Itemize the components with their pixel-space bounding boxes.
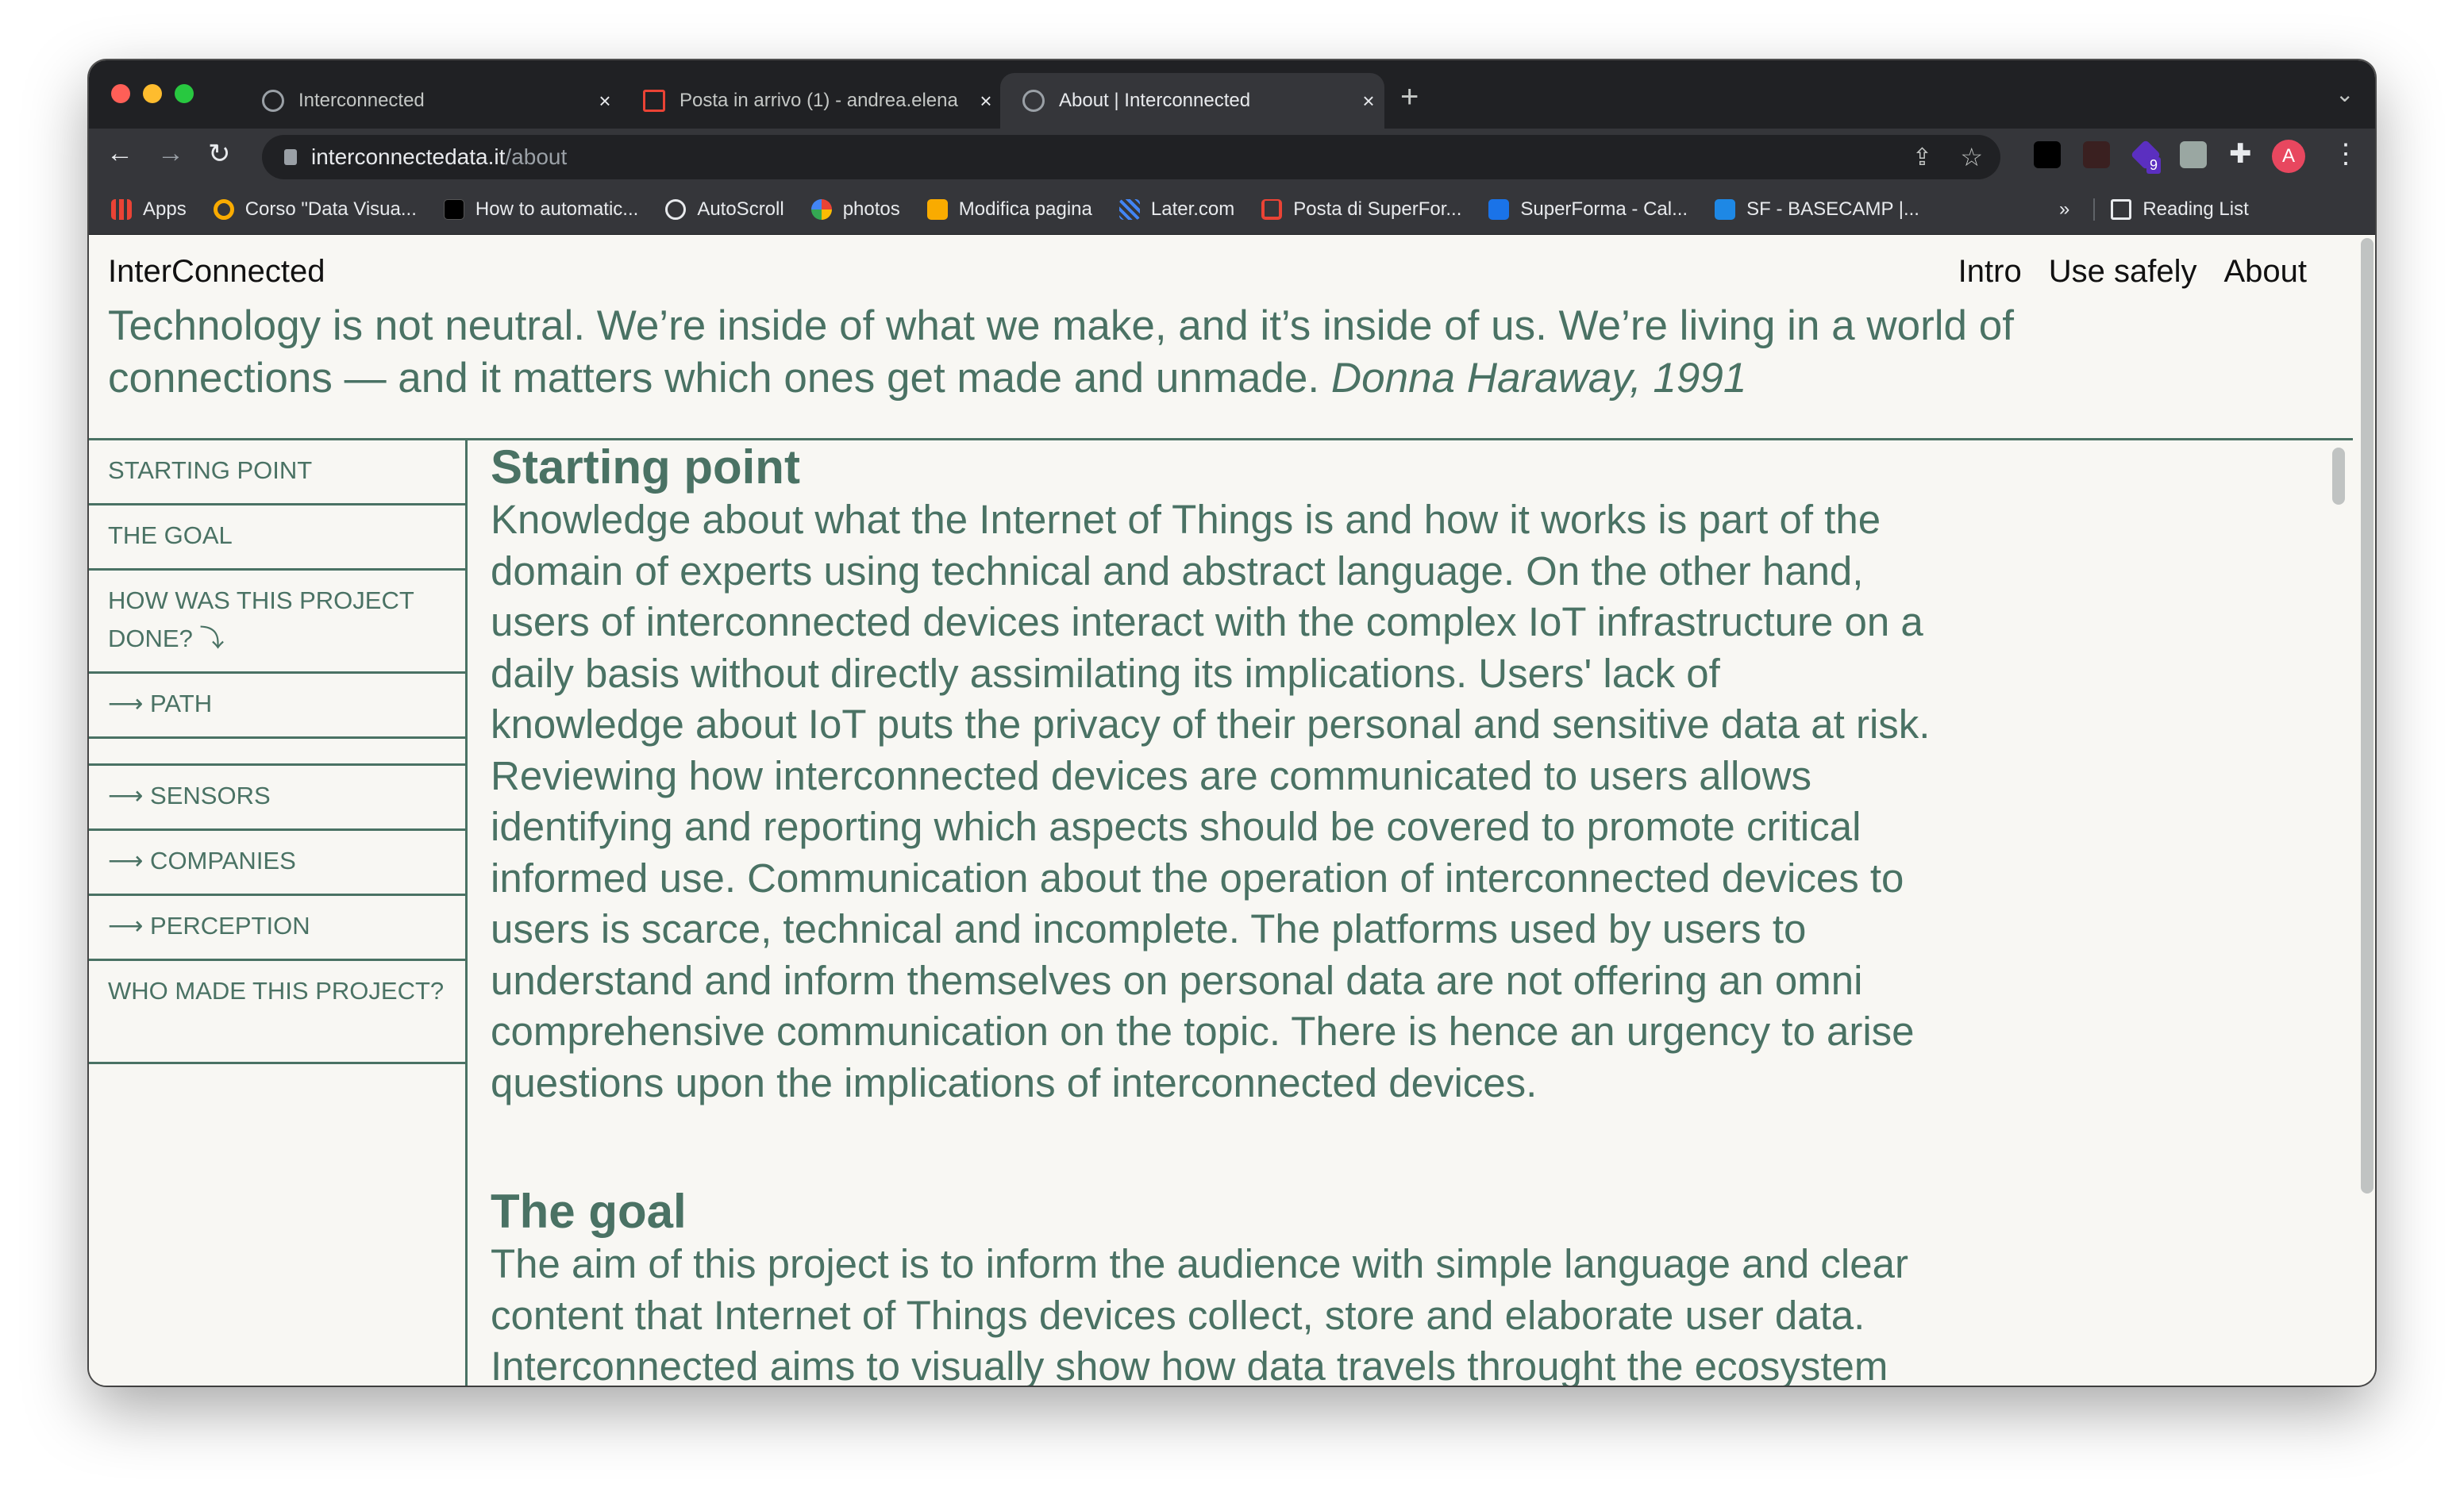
reading-list-button[interactable]: Reading List bbox=[2093, 198, 2249, 221]
bookmark[interactable]: Corso "Data Visua... bbox=[213, 198, 417, 221]
body-text-line: knowledge about IoT puts the privacy of … bbox=[491, 702, 1931, 747]
sidebar-item-who-made-this-project[interactable]: Who made this project? bbox=[89, 961, 465, 1064]
tab-bar: Interconnected × Posta in arrivo (1) - a… bbox=[89, 60, 2375, 129]
content-scrollbar[interactable] bbox=[2332, 448, 2345, 505]
reload-button[interactable]: ↻ bbox=[208, 138, 231, 170]
extensions-puzzle-icon[interactable]: ✚ bbox=[2229, 138, 2252, 170]
body-text-line: understand and inform themselves on pers… bbox=[491, 957, 1863, 1003]
lock-icon bbox=[284, 149, 297, 165]
sidebar-item-the-goal[interactable]: The goal bbox=[89, 505, 465, 571]
bookmarks-bar: Apps Corso "Data Visua... How to automat… bbox=[89, 184, 2375, 235]
trello-icon bbox=[1715, 198, 1736, 220]
apps-grid-icon bbox=[111, 198, 132, 220]
sidebar-item-starting-point[interactable]: Starting point bbox=[89, 440, 465, 505]
gmail-icon bbox=[1261, 198, 1283, 220]
bookmark[interactable]: photos bbox=[810, 198, 900, 221]
toolbar: ← → ↻ interconnectedata.it/about ⇪ ☆ 9 ✚… bbox=[89, 129, 2375, 184]
section-the-goal: The goal The aim of this project is to i… bbox=[491, 1185, 2332, 1386]
body-text-line: questions upon the implications of inter… bbox=[491, 1059, 1538, 1105]
sidebar-item-sensors[interactable]: ⟶ Sensors bbox=[89, 766, 465, 831]
calendar-icon bbox=[1488, 198, 1510, 220]
extension-icon[interactable] bbox=[2034, 141, 2061, 168]
sidebar: Starting point The goal How was this pro… bbox=[89, 440, 468, 1386]
page-scrollbar[interactable] bbox=[2361, 238, 2374, 1194]
gmail-icon bbox=[643, 90, 665, 112]
body-text-line: comprehensive communication on the topic… bbox=[491, 1009, 1915, 1054]
close-tab-icon[interactable]: × bbox=[1353, 89, 1384, 113]
body-text-line: daily basis without directly assimilatin… bbox=[491, 650, 1720, 696]
close-window-button[interactable] bbox=[111, 84, 130, 103]
bookmark[interactable]: Posta di SuperFor... bbox=[1261, 198, 1461, 221]
tab-gmail[interactable]: Posta in arrivo (1) - andrea.elena × bbox=[621, 73, 1002, 129]
sidebar-item-path[interactable]: ⟶ Path bbox=[89, 674, 465, 739]
bookmark[interactable]: Later.com bbox=[1118, 198, 1234, 221]
new-tab-button[interactable]: + bbox=[1400, 79, 1419, 115]
sidebar-item-companies[interactable]: ⟶ Companies bbox=[89, 831, 465, 896]
bookmarks-overflow-button[interactable]: » bbox=[2059, 198, 2069, 221]
forward-button[interactable]: → bbox=[157, 138, 184, 169]
body-text-line: Interconnected aims to visually show how… bbox=[491, 1343, 1888, 1386]
section-body: Knowledge about what the Internet of Thi… bbox=[491, 494, 2332, 1109]
section-starting-point: Starting point Knowledge about what the … bbox=[491, 440, 2332, 1109]
globe-icon bbox=[262, 90, 284, 112]
sidebar-item-how-was-this-project-done[interactable]: How was this project done? ⤵ bbox=[89, 571, 465, 674]
body-text-line: The aim of this project is to inform the… bbox=[491, 1241, 1908, 1286]
site-nav: Intro Use safely About bbox=[1958, 254, 2307, 290]
web-page: InterConnected Intro Use safely About Te… bbox=[89, 235, 2375, 1386]
browser-window: Interconnected × Posta in arrivo (1) - a… bbox=[89, 60, 2375, 1386]
tab-interconnected[interactable]: Interconnected × bbox=[240, 73, 621, 129]
body-text-line: domain of experts using technical and ab… bbox=[491, 548, 1864, 594]
bookmark-favicon-icon bbox=[926, 198, 948, 220]
globe-icon bbox=[1022, 90, 1045, 112]
bookmark[interactable]: Modifica pagina bbox=[926, 198, 1092, 221]
close-tab-icon[interactable]: × bbox=[970, 89, 1002, 113]
site-title[interactable]: InterConnected bbox=[108, 254, 325, 290]
bookmark[interactable]: SF - BASECAMP |... bbox=[1715, 198, 1919, 221]
bookmark[interactable]: AutoScroll bbox=[665, 198, 784, 221]
header-quote: Technology is not neutral. We’re inside … bbox=[108, 302, 2014, 402]
code-extension-icon[interactable] bbox=[2180, 141, 2207, 168]
nav-link-use-safely[interactable]: Use safely bbox=[2049, 254, 2197, 290]
maximize-window-button[interactable] bbox=[175, 84, 194, 103]
main-content: Starting point Knowledge about what the … bbox=[491, 440, 2332, 1386]
tab-search-chevron-icon[interactable]: ⌄ bbox=[2335, 81, 2354, 107]
bookmark-favicon-icon bbox=[443, 198, 464, 220]
quote-author: Donna Haraway, 1991 bbox=[1330, 355, 1747, 402]
bookmark-star-icon[interactable]: ☆ bbox=[1960, 142, 1983, 172]
sidebar-item-perception[interactable]: ⟶ Perception bbox=[89, 896, 465, 961]
share-icon[interactable]: ⇪ bbox=[1912, 144, 1932, 171]
body-text-line: users is scarce, technical and incomplet… bbox=[491, 906, 1807, 951]
bookmark-favicon-icon bbox=[1118, 198, 1140, 220]
menu-kebab-icon[interactable]: ⋮ bbox=[2332, 138, 2359, 170]
photos-icon bbox=[810, 198, 832, 220]
bookmark[interactable]: How to automatic... bbox=[443, 198, 638, 221]
section-body: The aim of this project is to inform the… bbox=[491, 1239, 2332, 1386]
body-text-line: content that Internet of Things devices … bbox=[491, 1292, 1865, 1338]
back-button[interactable]: ← bbox=[106, 138, 133, 169]
body-text-line: Reviewing how interconnected devices are… bbox=[491, 752, 1811, 798]
globe-icon bbox=[665, 198, 687, 220]
body-text-line: informed use. Communication about the op… bbox=[491, 855, 1904, 901]
profile-avatar[interactable]: A bbox=[2272, 140, 2305, 173]
extension-icon[interactable] bbox=[2083, 141, 2110, 168]
sidebar-spacer bbox=[89, 739, 465, 766]
tab-about[interactable]: About | Interconnected × bbox=[1000, 73, 1384, 129]
body-text-line: users of interconnected devices interact… bbox=[491, 599, 1923, 644]
bookmark[interactable]: SuperForma - Cal... bbox=[1488, 198, 1688, 221]
nav-link-about[interactable]: About bbox=[2223, 254, 2307, 290]
section-heading: Starting point bbox=[491, 440, 800, 494]
body-text-line: identifying and reporting which aspects … bbox=[491, 804, 1861, 849]
body-text-line: Knowledge about what the Internet of Thi… bbox=[491, 497, 1881, 542]
minimize-window-button[interactable] bbox=[143, 84, 162, 103]
extension-badge: 9 bbox=[2146, 157, 2162, 174]
section-heading: The goal bbox=[491, 1185, 687, 1238]
bookmark-favicon-icon bbox=[213, 198, 234, 220]
bookmark-apps[interactable]: Apps bbox=[111, 198, 187, 221]
nav-link-intro[interactable]: Intro bbox=[1958, 254, 2022, 290]
close-tab-icon[interactable]: × bbox=[589, 89, 621, 113]
address-bar[interactable]: interconnectedata.it/about ⇪ ☆ bbox=[262, 135, 2000, 179]
reading-list-icon bbox=[2111, 198, 2132, 220]
